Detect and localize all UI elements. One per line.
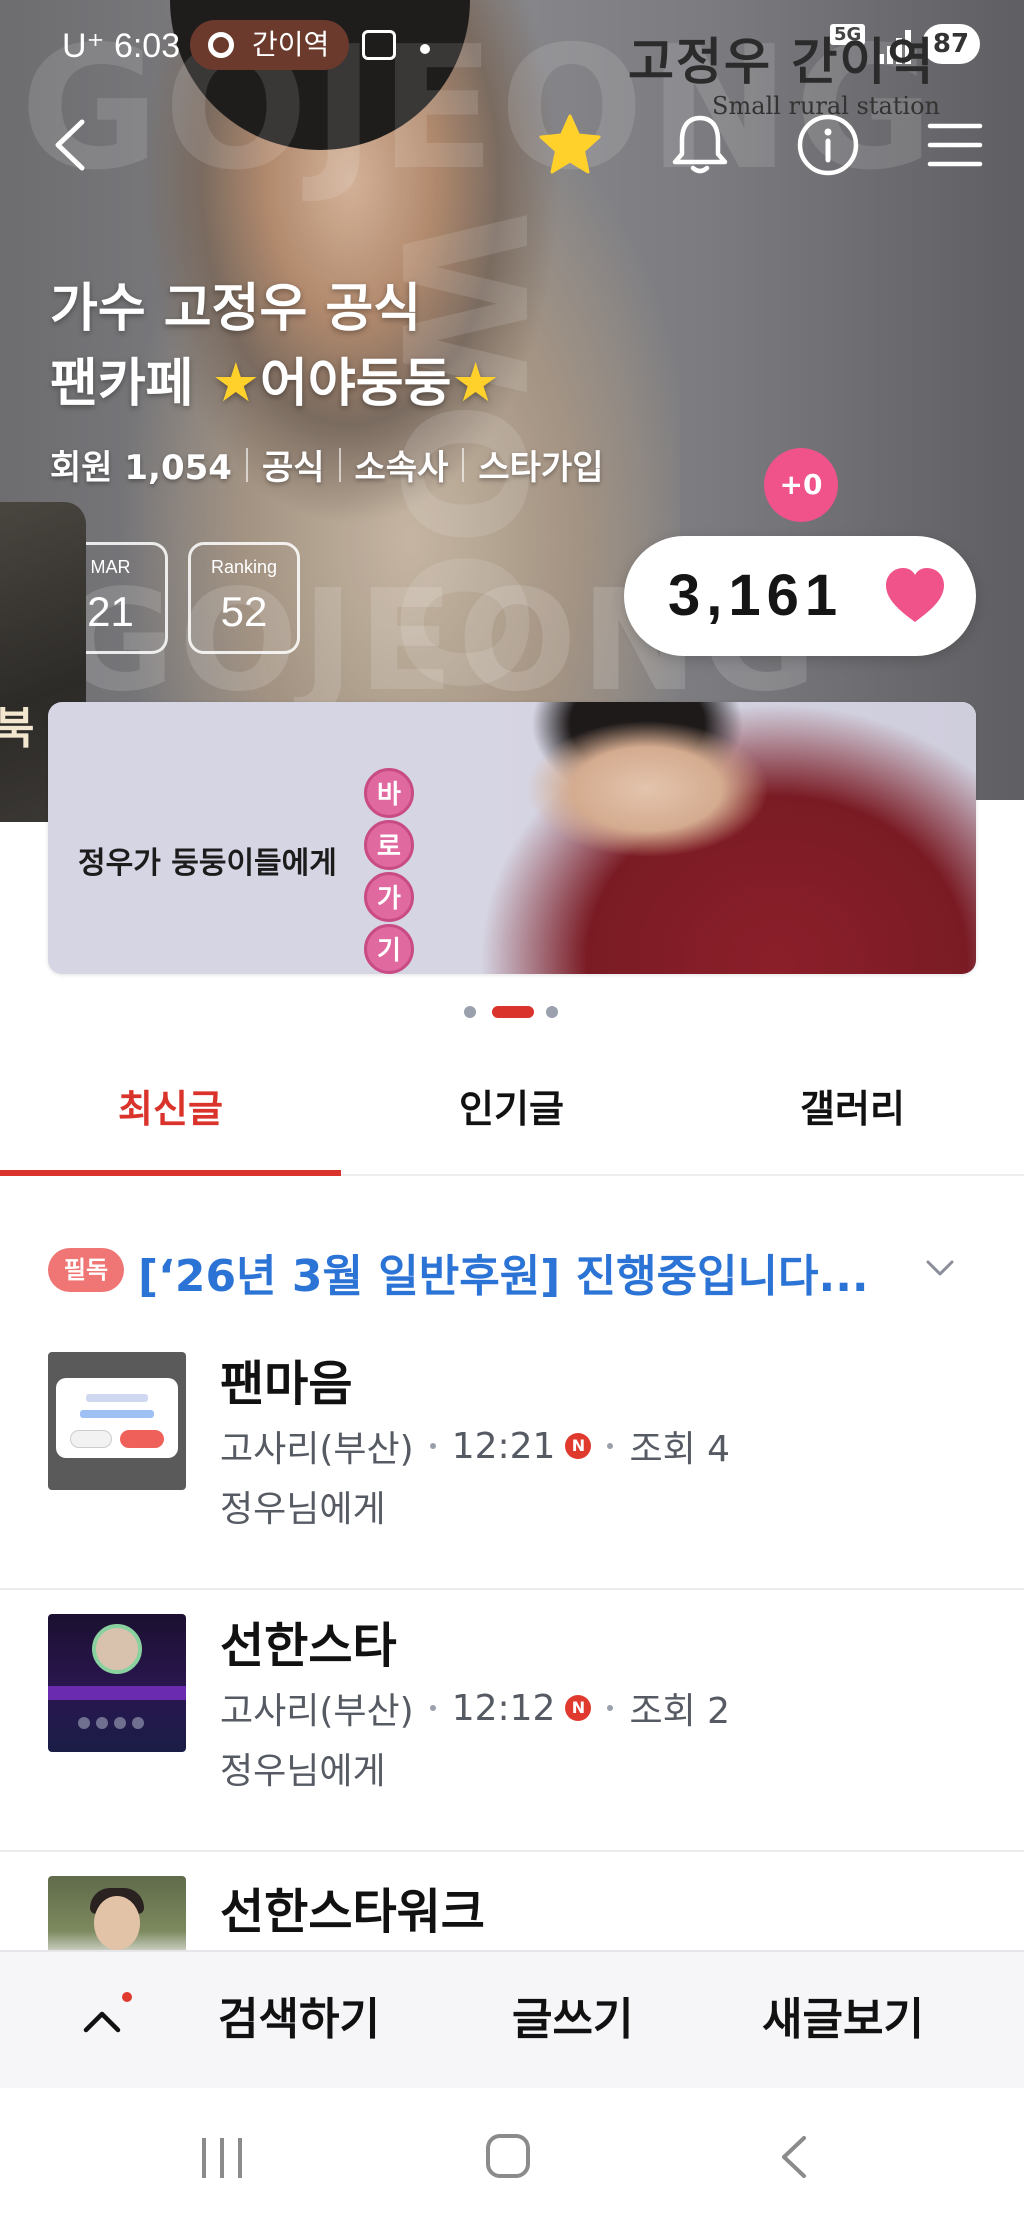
meta-dot bbox=[429, 1443, 436, 1449]
tab-popular[interactable]: 인기글 bbox=[341, 1060, 682, 1176]
meta-divider bbox=[462, 447, 465, 482]
back-button[interactable] bbox=[40, 110, 110, 180]
ranking-stat-box[interactable]: Ranking 52 bbox=[188, 542, 300, 654]
meta-dot bbox=[607, 1443, 614, 1449]
cafe-title-prefix: 팬카페 bbox=[50, 354, 212, 414]
star-join-link[interactable]: 스타가입 bbox=[478, 440, 603, 489]
post-thumbnail bbox=[48, 1352, 186, 1490]
stat-value: 52 bbox=[220, 588, 268, 635]
notice-title: [‘26년 3월 일반후원] 진행중입니다... bbox=[138, 1251, 869, 1302]
like-button[interactable]: 3,161 bbox=[624, 536, 976, 656]
agency-link[interactable]: 소속사 bbox=[355, 440, 449, 489]
info-icon bbox=[797, 114, 859, 176]
banner-cta-char: 가 bbox=[364, 872, 414, 922]
post-meta: 고사리(부산) 12:21 N 조회 4 bbox=[220, 1420, 730, 1472]
active-tab-indicator bbox=[0, 1170, 341, 1176]
content-tabs: 최신글 인기글 갤러리 bbox=[0, 1060, 1024, 1176]
star-icon: ★ bbox=[211, 351, 261, 414]
official-link[interactable]: 공식 bbox=[262, 440, 325, 489]
stat-label: Ranking bbox=[210, 557, 278, 577]
clock-label: 6:03 bbox=[113, 27, 181, 65]
banner-go-button[interactable]: 바 로 가 기 → bbox=[364, 768, 422, 974]
post-meta: 고사리(부산) 12:12 N 조회 2 bbox=[220, 1682, 730, 1734]
cafe-hero-header: GOJEONG WOO GOJEONG U⁺ 6:03 간이역 5G 87 고정… bbox=[0, 0, 1024, 800]
post-title: 선한스타 bbox=[220, 1618, 397, 1674]
chevron-down-icon[interactable] bbox=[920, 1248, 960, 1288]
cafe-meta-row: 회원 1,054 공식 소속사 스타가입 bbox=[50, 440, 603, 489]
system-back-icon[interactable] bbox=[774, 2132, 814, 2182]
chevron-left-icon bbox=[55, 119, 85, 171]
star-icon bbox=[539, 114, 601, 174]
menu-button[interactable] bbox=[920, 110, 990, 180]
banner-pagination bbox=[464, 1004, 564, 1018]
write-button[interactable]: 글쓰기 bbox=[512, 1952, 633, 2090]
pagination-dot-active[interactable] bbox=[492, 1006, 534, 1018]
meta-divider bbox=[338, 447, 341, 482]
banner-cta-char: 바 bbox=[364, 768, 414, 818]
like-count: 3,161 bbox=[668, 563, 844, 628]
banner-photo bbox=[478, 702, 976, 974]
new-badge: N bbox=[565, 1433, 592, 1459]
meta-divider bbox=[245, 447, 248, 482]
scroll-top-button[interactable] bbox=[76, 1992, 136, 2052]
bell-icon bbox=[672, 115, 728, 174]
meta-dot bbox=[607, 1705, 614, 1711]
system-navigation-bar bbox=[0, 2088, 1024, 2219]
cafe-name: 어야둥둥 bbox=[260, 354, 452, 414]
recent-apps-button[interactable] bbox=[202, 2138, 244, 2178]
cafe-info-button[interactable] bbox=[793, 110, 863, 180]
post-author: 고사리(부산) bbox=[220, 1429, 414, 1470]
post-board: 정우님에게 bbox=[220, 1489, 386, 1530]
post-views: 조회 2 bbox=[629, 1691, 731, 1732]
post-views: 조회 4 bbox=[629, 1429, 731, 1470]
search-button[interactable]: 검색하기 bbox=[218, 1952, 380, 2090]
star-icon: ★ bbox=[451, 351, 500, 414]
banner-cta-char: 로 bbox=[364, 820, 414, 870]
cafe-title: 가수 고정우 공식 팬카페 ★어야둥둥★ bbox=[50, 272, 670, 421]
pagination-dot[interactable] bbox=[546, 1006, 558, 1018]
meta-dot bbox=[429, 1705, 436, 1711]
cafe-title-line1: 가수 고정우 공식 bbox=[50, 279, 422, 339]
favorite-button[interactable] bbox=[535, 110, 605, 180]
like-increment-badge: +0 bbox=[764, 448, 838, 522]
location-chip[interactable]: 간이역 bbox=[190, 20, 350, 70]
tab-latest[interactable]: 최신글 bbox=[0, 1060, 341, 1176]
status-time: U⁺ 6:03 bbox=[62, 26, 180, 66]
heart-icon bbox=[886, 568, 944, 622]
banner-text: 정우가 둥둥이들에게 bbox=[78, 846, 337, 881]
home-button[interactable] bbox=[486, 2134, 530, 2178]
post-item[interactable]: 팬마음 고사리(부산) 12:21 N 조회 4 정우님에게 bbox=[0, 1328, 1024, 1590]
post-time: 12:12 bbox=[451, 1687, 556, 1729]
post-title: 선한스타워크 bbox=[220, 1884, 485, 1940]
new-indicator-dot bbox=[122, 1992, 132, 2002]
post-item[interactable]: 선한스타 고사리(부산) 12:12 N 조회 2 정우님에게 bbox=[0, 1590, 1024, 1852]
banner-cta-char: 기 bbox=[364, 924, 414, 974]
top-navigation bbox=[0, 110, 1024, 190]
bottom-action-bar: 검색하기 글쓰기 새글보기 bbox=[0, 1950, 1024, 2088]
post-title: 팬마음 bbox=[220, 1356, 353, 1412]
post-board: 정우님에게 bbox=[220, 1751, 386, 1792]
location-ring-icon bbox=[208, 32, 234, 58]
hamburger-icon bbox=[927, 123, 983, 167]
location-chip-label: 간이역 bbox=[252, 28, 330, 61]
post-author: 고사리(부산) bbox=[220, 1691, 414, 1732]
tab-gallery[interactable]: 갤러리 bbox=[682, 1060, 1023, 1176]
member-count-link[interactable]: 회원 1,054 bbox=[50, 440, 232, 489]
notifications-button[interactable] bbox=[665, 110, 735, 180]
carrier-label: U⁺ bbox=[62, 27, 105, 65]
promo-banner[interactable]: 정우가 둥둥이들에게 바 로 가 기 → bbox=[48, 702, 976, 974]
new-posts-button[interactable]: 새글보기 bbox=[762, 1952, 924, 2090]
scan-icon bbox=[362, 30, 396, 60]
post-time: 12:21 bbox=[451, 1425, 556, 1467]
new-badge: N bbox=[565, 1695, 592, 1721]
brand-logo-text: 고정우 간이역 bbox=[628, 33, 936, 91]
post-thumbnail bbox=[48, 1614, 186, 1752]
cafe-title-line2: 팬카페 ★어야둥둥★ bbox=[50, 346, 670, 421]
notification-dot-icon bbox=[420, 44, 430, 54]
side-thumbnail-glyph: 북 bbox=[0, 703, 35, 754]
pinned-notice[interactable]: 필독 [‘26년 3월 일반후원] 진행중입니다... bbox=[0, 1218, 1024, 1318]
pagination-dot[interactable] bbox=[464, 1006, 476, 1018]
must-read-badge: 필독 bbox=[48, 1248, 124, 1292]
